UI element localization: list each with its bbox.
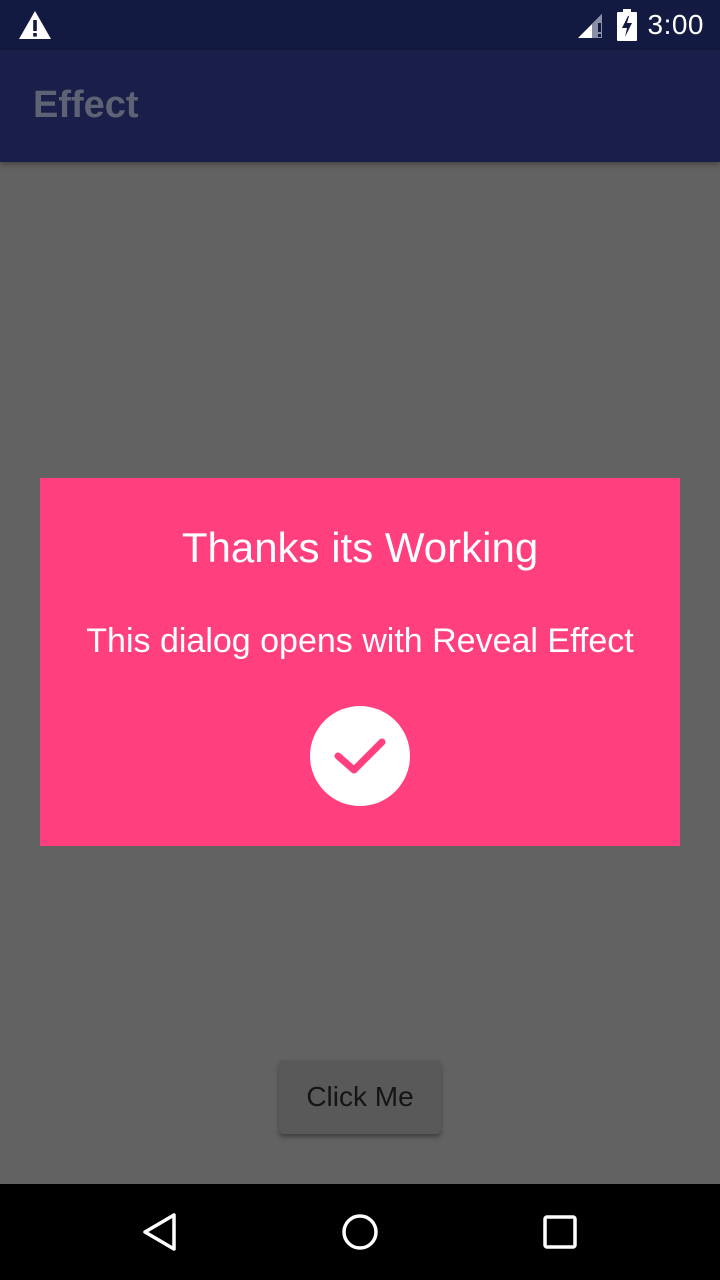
recents-icon[interactable] xyxy=(540,1212,580,1252)
status-time: 3:00 xyxy=(647,9,704,40)
checkmark-icon xyxy=(334,738,386,774)
signal-icon xyxy=(577,14,602,38)
dialog-message: This dialog opens with Reveal Effect xyxy=(86,622,634,660)
back-icon[interactable] xyxy=(140,1212,180,1252)
app-title: Effect xyxy=(33,84,139,126)
warning-icon xyxy=(19,11,51,39)
navigation-bar xyxy=(0,1184,720,1280)
confirm-button[interactable] xyxy=(310,706,410,806)
home-icon[interactable] xyxy=(340,1212,380,1252)
app-screen: 3:00 Effect Thanks its Working This dial… xyxy=(0,0,720,1280)
click-me-button[interactable]: Click Me xyxy=(279,1060,441,1134)
app-bar: Effect xyxy=(0,50,720,162)
status-indicators: 3:00 xyxy=(576,0,705,50)
battery-charging-icon xyxy=(616,9,637,41)
status-bar: 3:00 xyxy=(0,0,720,50)
dialog-title: Thanks its Working xyxy=(181,524,539,571)
